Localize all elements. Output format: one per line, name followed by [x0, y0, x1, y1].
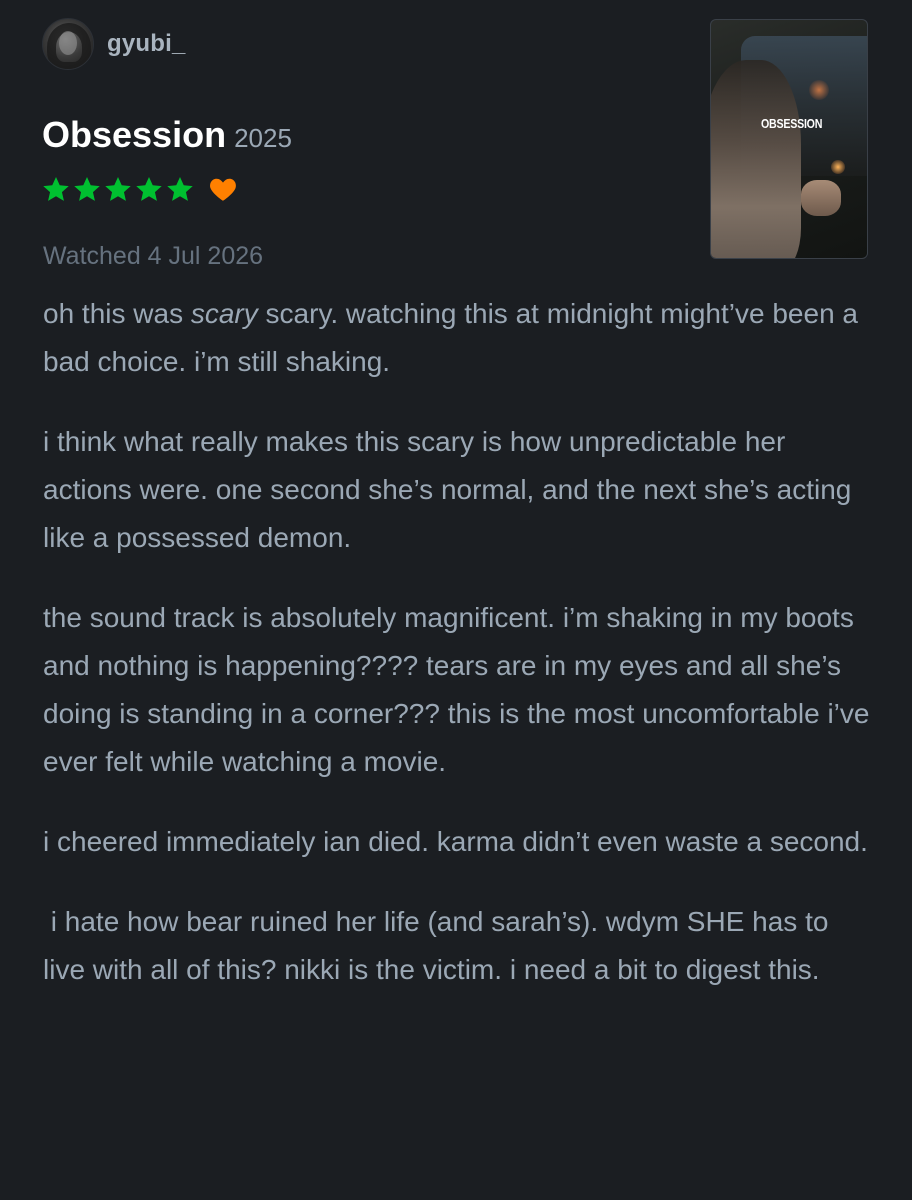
review-text: oh this was	[43, 298, 191, 329]
film-year[interactable]: 2025	[234, 123, 292, 154]
watched-date: Watched 4 Jul 2026	[43, 242, 264, 270]
review-paragraph: the sound track is absolutely magnificen…	[43, 602, 870, 777]
star-icon	[166, 176, 194, 203]
film-title-row: Obsession 2025	[42, 114, 292, 156]
review-emphasis: scary	[190, 298, 258, 329]
heart-icon	[209, 177, 237, 202]
review-paragraph: oh this was scary scary. watching this a…	[43, 290, 873, 386]
avatar-face	[59, 31, 77, 55]
star-icon	[104, 176, 132, 203]
review-paragraph: i think what really makes this scary is …	[43, 426, 852, 553]
review-header: gyubi_	[42, 18, 186, 70]
poster-figure	[711, 60, 801, 258]
rating-row	[42, 176, 237, 203]
film-title-link[interactable]: Obsession	[42, 114, 226, 156]
star-icon	[135, 176, 163, 203]
poster-light	[831, 160, 845, 174]
poster-title: OBSESSION	[761, 116, 823, 131]
film-poster[interactable]: OBSESSION	[710, 19, 868, 259]
username-link[interactable]: gyubi_	[107, 30, 186, 58]
star-icon	[73, 176, 101, 203]
poster-hands-phone	[801, 180, 841, 216]
star-icon	[42, 176, 70, 203]
avatar[interactable]	[42, 18, 94, 70]
review-paragraph: i cheered immediately ian died. karma di…	[43, 826, 868, 857]
review-paragraph: i hate how bear ruined her life (and sar…	[43, 906, 837, 985]
poster-light	[809, 80, 829, 100]
review-body: oh this was scary scary. watching this a…	[43, 290, 873, 1026]
